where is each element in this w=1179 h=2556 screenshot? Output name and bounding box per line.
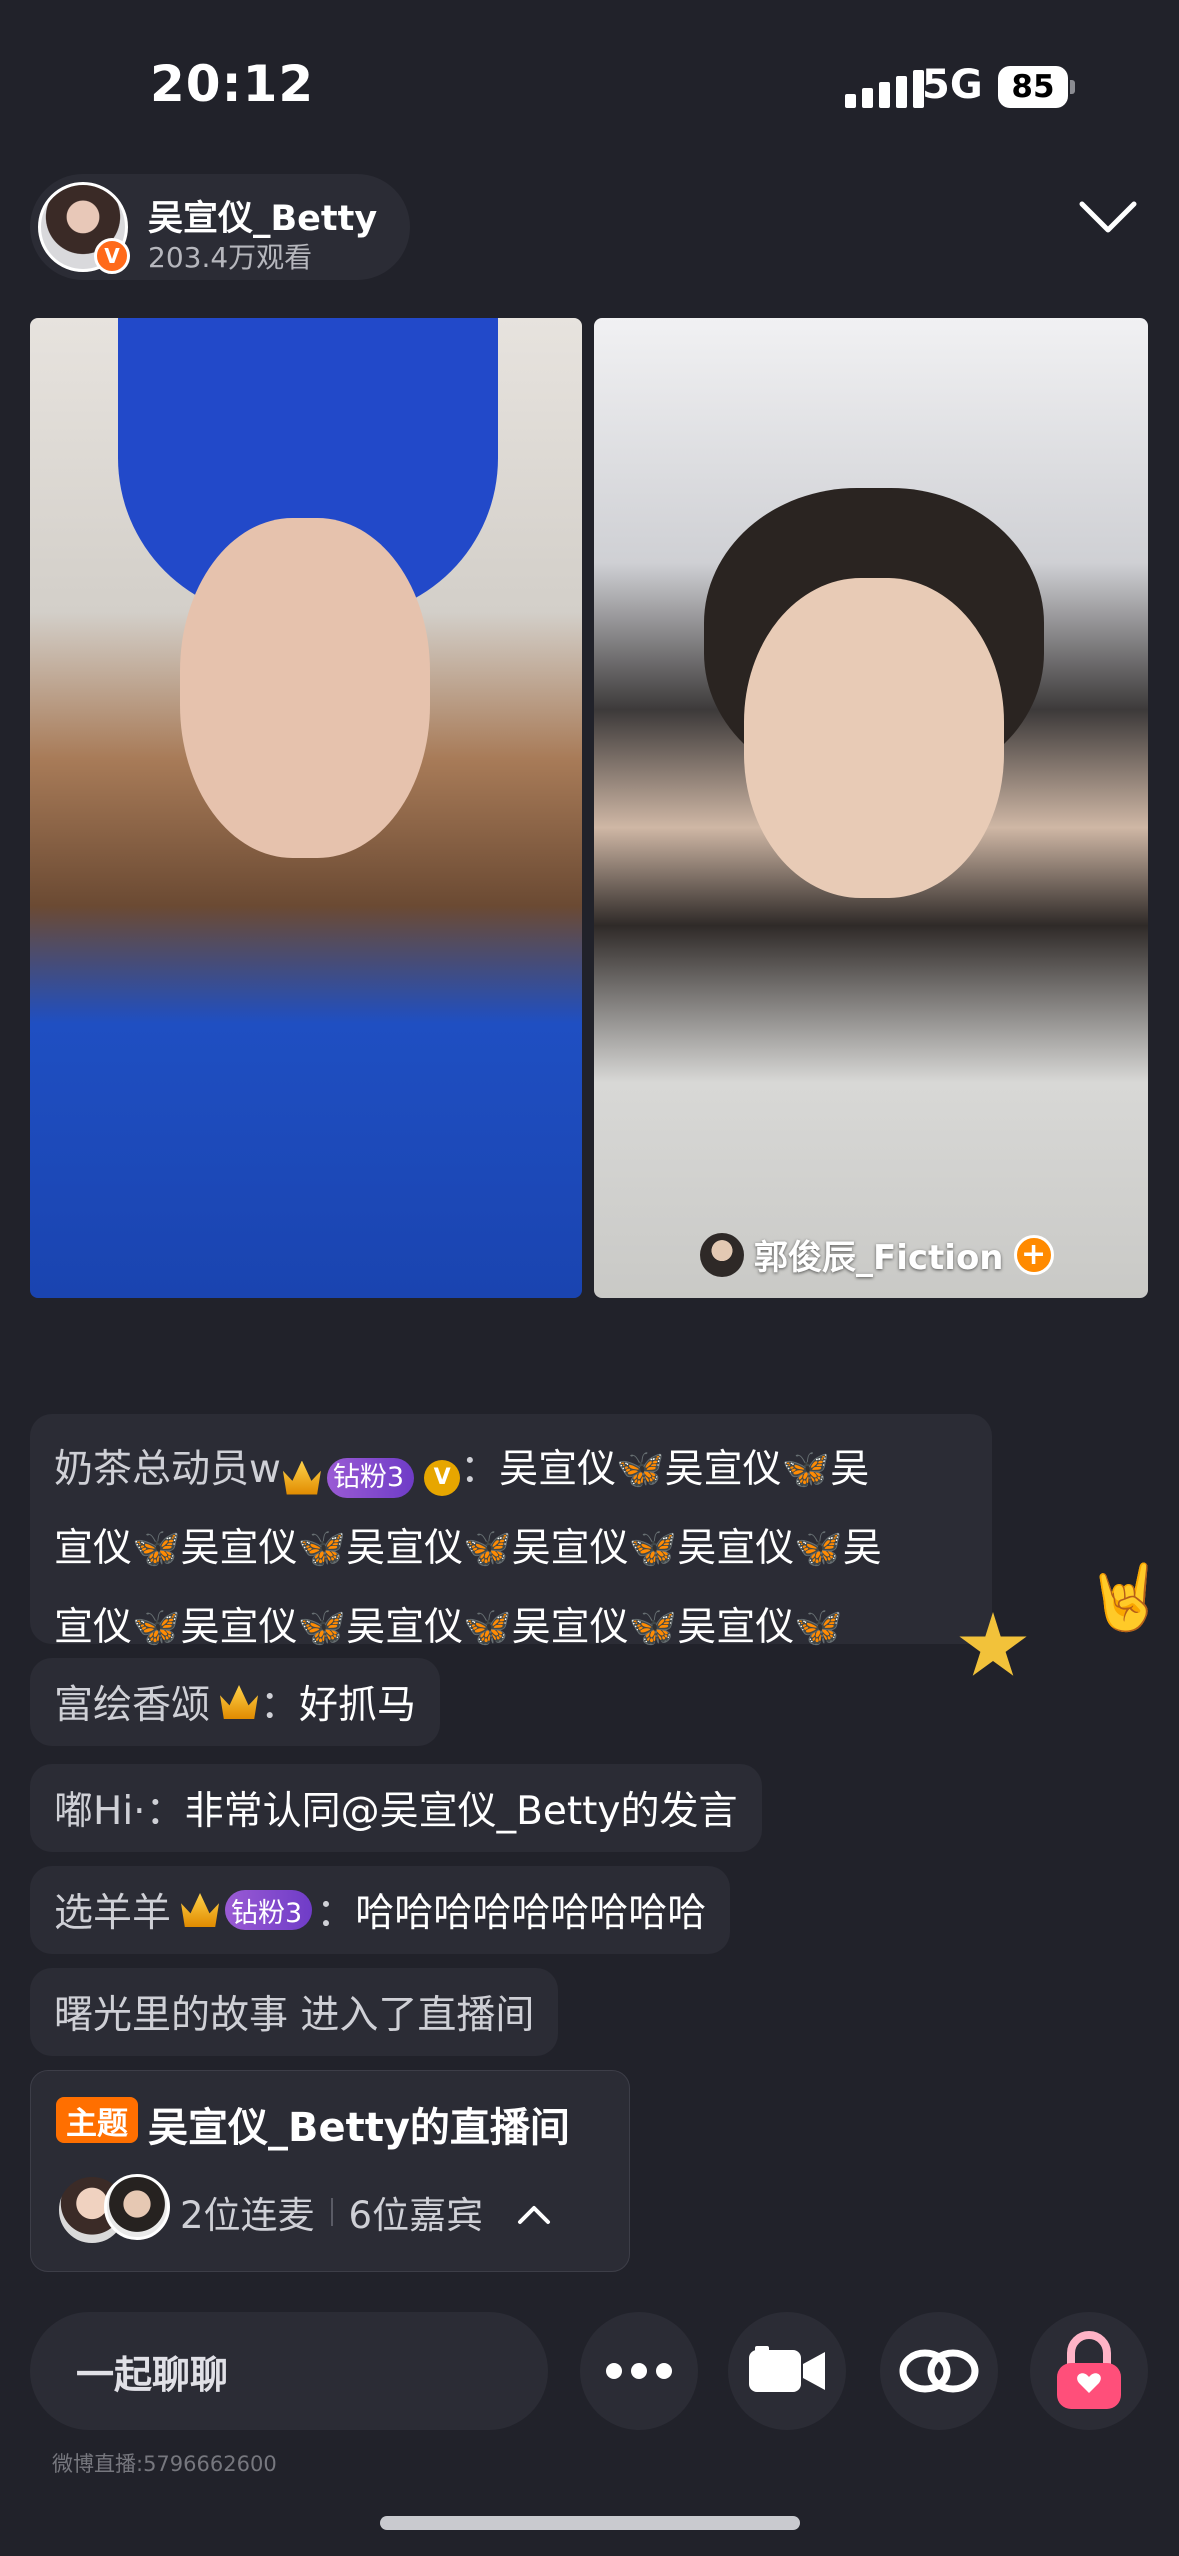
- fan-badge: 钻粉3: [326, 1457, 415, 1498]
- crown-icon: [181, 1893, 220, 1927]
- fan-badge: 钻粉3: [225, 1890, 313, 1930]
- chevron-down-icon[interactable]: [1078, 200, 1138, 240]
- follow-symbol: +: [1020, 1237, 1047, 1272]
- guest-count: 6位嘉宾: [348, 2194, 484, 2237]
- chevron-up-icon[interactable]: [517, 2191, 551, 2234]
- link-icon: [899, 2349, 979, 2393]
- guest-label[interactable]: 郭俊辰_Fiction +: [700, 1230, 1054, 1279]
- lock-gift-button[interactable]: [1030, 2312, 1148, 2430]
- comment-item[interactable]: 奶茶总动员w 钻粉3 V ：吴宣仪🦋吴宣仪🦋吴 宣仪🦋吴宣仪🦋吴宣仪🦋吴宣仪🦋吴宣仪🦋…: [30, 1414, 992, 1650]
- comment-separator: ：: [145, 1789, 185, 1834]
- comment-item[interactable]: 富绘香颂 ：好抓马: [30, 1658, 441, 1746]
- chat-placeholder: 一起聊聊: [76, 2352, 229, 2397]
- link-button[interactable]: [880, 2312, 998, 2430]
- comment-text-line: 吴宣仪🦋吴宣仪🦋吴: [499, 1447, 870, 1492]
- camera-icon: [749, 2346, 825, 2392]
- topic-tag: 主题: [56, 2097, 138, 2143]
- guest-face: [744, 578, 1004, 898]
- topic-title: 吴宣仪_Betty的直播间: [148, 2105, 570, 2151]
- status-time: 20:12: [150, 55, 315, 113]
- more-button[interactable]: [580, 2312, 698, 2430]
- comment-text-line: 宣仪🦋吴宣仪🦋吴宣仪🦋吴宣仪🦋吴宣仪🦋吴: [54, 1526, 882, 1571]
- comment-user[interactable]: 选羊羊: [54, 1882, 171, 1938]
- comment-text: 好抓马: [299, 1683, 417, 1728]
- battery-level: 85: [1011, 69, 1055, 105]
- verified-icon: V: [424, 1459, 461, 1496]
- lock-icon: [1057, 2331, 1121, 2409]
- comment-user[interactable]: 富绘香颂: [54, 1674, 210, 1730]
- signal-icon: [845, 70, 924, 108]
- cohost-avatar: [104, 2174, 170, 2240]
- host-face: [180, 518, 430, 858]
- battery-tip: [1070, 80, 1075, 94]
- guest-video-feed[interactable]: [594, 318, 1148, 1298]
- comment-user[interactable]: 嘟Hi·: [54, 1780, 146, 1836]
- comment-separator: ：: [260, 1683, 300, 1728]
- comment-item[interactable]: 嘟Hi·：非常认同@吴宣仪_Betty的发言: [30, 1764, 762, 1852]
- host-view-count: 203.4万观看: [148, 241, 313, 274]
- crown-icon: [282, 1460, 321, 1495]
- host-video-feed[interactable]: [30, 318, 582, 1298]
- room-id: 微博直播:5796662600: [52, 2452, 277, 2476]
- host-name: 吴宣仪_Betty: [148, 199, 378, 239]
- chat-input[interactable]: 一起聊聊: [30, 2312, 548, 2430]
- follow-plus-icon[interactable]: +: [1013, 1234, 1054, 1275]
- battery-icon: 85: [998, 66, 1068, 108]
- crown-icon: [220, 1685, 259, 1719]
- rock-hand-icon: 🤘: [1085, 1561, 1165, 1635]
- more-icon: [606, 2363, 672, 2379]
- comment-item[interactable]: 选羊羊 钻粉3 ：哈哈哈哈哈哈哈哈哈: [30, 1866, 731, 1954]
- verified-mark: V: [433, 1464, 451, 1490]
- comment-user[interactable]: 奶茶总动员w: [54, 1447, 281, 1492]
- home-indicator[interactable]: [380, 2516, 800, 2530]
- comment-text: 哈哈哈哈哈哈哈哈哈: [355, 1891, 707, 1936]
- verified-icon: V: [94, 238, 130, 274]
- cohost-count: 2位连麦: [180, 2194, 315, 2237]
- fan-badge-label: 钻粉3: [231, 1897, 303, 1929]
- comment-text: 非常认同@吴宣仪_Betty的发言: [184, 1789, 738, 1834]
- topic-stats[interactable]: 2位连麦 6位嘉宾: [180, 2185, 551, 2239]
- fan-badge-label: 钻粉3: [332, 1461, 405, 1493]
- guest-name: 郭俊辰_Fiction: [754, 1238, 1004, 1278]
- guest-avatar: [700, 1232, 744, 1277]
- comment-separator: ：: [316, 1891, 356, 1936]
- verified-mark: V: [104, 244, 120, 268]
- network-label: 5G: [922, 62, 983, 108]
- comment-text-line: 宣仪🦋吴宣仪🦋吴宣仪🦋吴宣仪🦋吴宣仪🦋: [54, 1605, 843, 1650]
- system-message-text: 曙光里的故事 进入了直播间: [54, 1993, 535, 2038]
- comment-separator: ：: [460, 1447, 500, 1492]
- system-message: 曙光里的故事 进入了直播间: [30, 1968, 559, 2056]
- video-call-button[interactable]: [728, 2312, 846, 2430]
- divider: [330, 2198, 333, 2226]
